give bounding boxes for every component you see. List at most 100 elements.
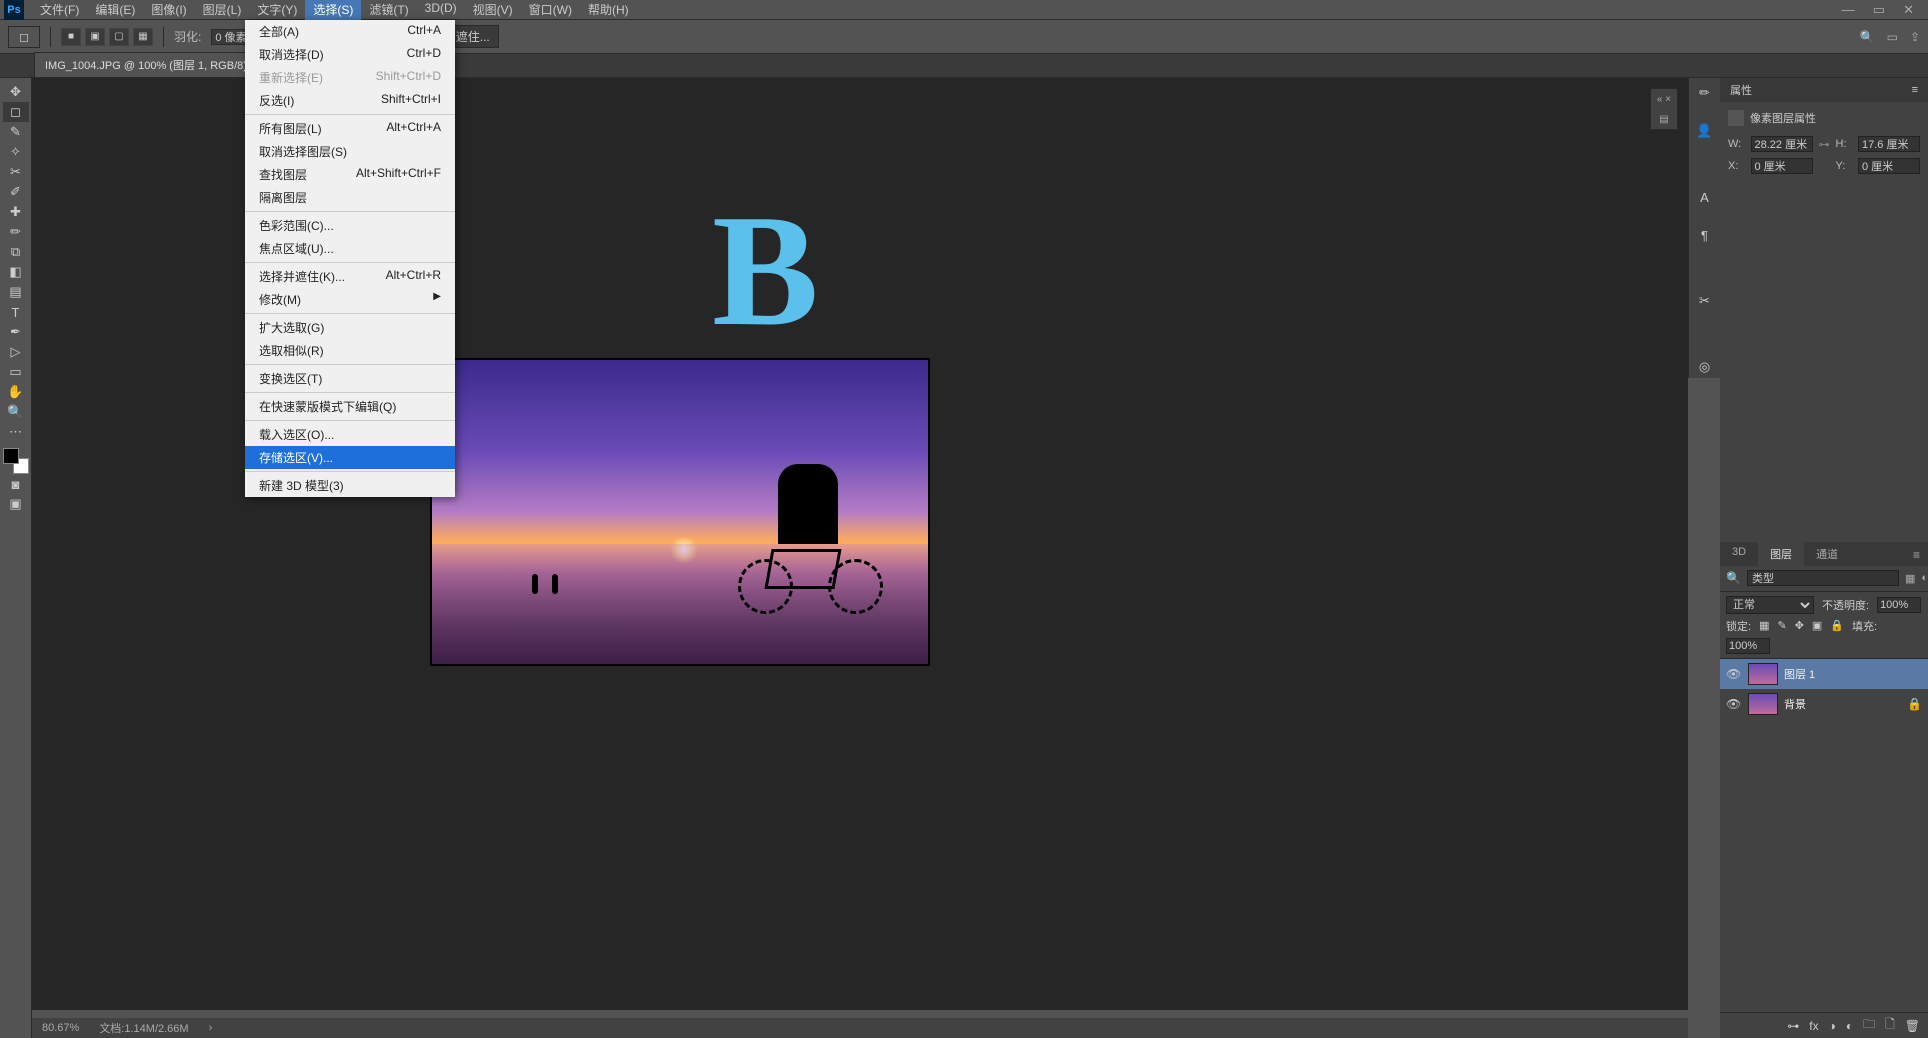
- menu-item[interactable]: 变换选区(T): [245, 367, 455, 390]
- new-layer-icon[interactable]: 🗋: [1885, 1015, 1895, 1036]
- selection-new-icon[interactable]: ■: [61, 28, 81, 46]
- eyedropper-tool-icon[interactable]: ✐: [3, 182, 29, 202]
- x-input[interactable]: [1751, 158, 1813, 174]
- mask-icon[interactable]: ◑: [1829, 1019, 1836, 1033]
- magic-wand-tool-icon[interactable]: ✧: [3, 142, 29, 162]
- properties-panel-header[interactable]: 属性 ≡: [1720, 78, 1928, 102]
- marquee-tool-icon[interactable]: ◻: [3, 102, 29, 122]
- opacity-input[interactable]: [1877, 597, 1921, 613]
- color-swatch[interactable]: [3, 448, 29, 474]
- close-icon[interactable]: ✕: [1903, 2, 1914, 18]
- panel-menu-icon[interactable]: ≡: [1912, 84, 1918, 96]
- maximize-icon[interactable]: ▭: [1873, 2, 1885, 18]
- lock-artboard-icon[interactable]: ▣: [1812, 619, 1822, 632]
- fx-icon[interactable]: fx: [1809, 1019, 1818, 1033]
- menu-文字[interactable]: 文字(Y): [249, 0, 305, 20]
- history-icon[interactable]: ▤: [1651, 109, 1677, 129]
- menu-item[interactable]: 隔离图层: [245, 186, 455, 209]
- quick-mask-icon[interactable]: ◙: [3, 474, 29, 494]
- visibility-icon[interactable]: 👁: [1726, 667, 1742, 681]
- menu-帮助[interactable]: 帮助(H): [580, 0, 637, 20]
- selection-subtract-icon[interactable]: ▢: [109, 28, 129, 46]
- menu-item[interactable]: 扩大选取(G): [245, 316, 455, 339]
- status-chevron-icon[interactable]: ›: [209, 1022, 213, 1034]
- layer-name[interactable]: 图层 1: [1784, 666, 1922, 682]
- panel-tab-图层[interactable]: 图层: [1758, 542, 1804, 566]
- screen-mode-icon[interactable]: ▣: [3, 494, 29, 514]
- delete-layer-icon[interactable]: 🗑: [1905, 1019, 1920, 1033]
- healing-brush-tool-icon[interactable]: ✚: [3, 202, 29, 222]
- search-icon[interactable]: 🔍: [1860, 30, 1875, 44]
- menu-item[interactable]: 载入选区(O)...: [245, 423, 455, 446]
- clone-stamp-tool-icon[interactable]: ⧉: [3, 242, 29, 262]
- filter-type-select[interactable]: [1747, 570, 1899, 586]
- selection-add-icon[interactable]: ▣: [85, 28, 105, 46]
- brush-panel-icon[interactable]: ✏: [1694, 82, 1716, 104]
- w-input[interactable]: [1751, 136, 1813, 152]
- menu-item[interactable]: 新建 3D 模型(3): [245, 474, 455, 497]
- pen-tool-icon[interactable]: ✒: [3, 322, 29, 342]
- paragraph-panel-icon[interactable]: ¶: [1694, 224, 1716, 246]
- layers-panel-menu-icon[interactable]: ≡: [1905, 544, 1928, 566]
- fill-input[interactable]: [1726, 638, 1770, 654]
- shape-tool-icon[interactable]: ▭: [3, 362, 29, 382]
- menu-文件[interactable]: 文件(F): [32, 0, 87, 20]
- type-panel-icon[interactable]: A: [1694, 186, 1716, 208]
- minimize-icon[interactable]: ―: [1842, 2, 1855, 18]
- visibility-icon[interactable]: 👁: [1726, 697, 1742, 711]
- libraries-panel-icon[interactable]: ◎: [1694, 356, 1716, 378]
- layer-name[interactable]: 背景: [1784, 696, 1901, 712]
- menu-视图[interactable]: 视图(V): [465, 0, 521, 20]
- crop-tool-icon[interactable]: ✂: [3, 162, 29, 182]
- hand-tool-icon[interactable]: ✋: [3, 382, 29, 402]
- menu-item[interactable]: 所有图层(L)Alt+Ctrl+A: [245, 117, 455, 140]
- layer-thumbnail[interactable]: [1748, 663, 1778, 685]
- lasso-tool-icon[interactable]: ✎: [3, 122, 29, 142]
- eraser-tool-icon[interactable]: ◧: [3, 262, 29, 282]
- menu-item[interactable]: 查找图层Alt+Shift+Ctrl+F: [245, 163, 455, 186]
- lock-transparent-icon[interactable]: ▦: [1759, 619, 1769, 632]
- layer-row[interactable]: 👁背景🔒: [1720, 689, 1928, 719]
- panel-tab-通道[interactable]: 通道: [1804, 542, 1850, 566]
- filter-search-icon[interactable]: 🔍: [1726, 571, 1741, 585]
- brush-tool-icon[interactable]: ✏: [3, 222, 29, 242]
- menu-item[interactable]: 反选(I)Shift+Ctrl+I: [245, 89, 455, 112]
- more-tools-icon[interactable]: ⋯: [3, 422, 29, 442]
- menu-item[interactable]: 在快速蒙版模式下编辑(Q): [245, 395, 455, 418]
- menu-图层[interactable]: 图层(L): [195, 0, 250, 20]
- layer-row[interactable]: 👁 图层 1: [1720, 659, 1928, 689]
- share-icon[interactable]: ⇪: [1910, 30, 1920, 44]
- menu-item[interactable]: 焦点区域(U)...: [245, 237, 455, 260]
- link-layers-icon[interactable]: ⊶: [1787, 1019, 1799, 1033]
- menu-选择[interactable]: 选择(S): [305, 0, 361, 20]
- menu-item[interactable]: 修改(M)▶: [245, 288, 455, 311]
- menu-item[interactable]: 选取相似(R): [245, 339, 455, 362]
- image-canvas[interactable]: [430, 358, 930, 666]
- menu-item[interactable]: 全部(A)Ctrl+A: [245, 20, 455, 43]
- filter-pixel-icon[interactable]: ▦: [1905, 572, 1915, 585]
- blend-mode-select[interactable]: 正常: [1726, 596, 1814, 614]
- menu-item[interactable]: 选择并遮住(K)...Alt+Ctrl+R: [245, 265, 455, 288]
- lock-paint-icon[interactable]: ✎: [1777, 619, 1786, 632]
- gradient-tool-icon[interactable]: ▤: [3, 282, 29, 302]
- tool-preset-icon[interactable]: ◻: [8, 26, 40, 48]
- collapsed-panel[interactable]: « × ▤: [1650, 88, 1678, 130]
- foreground-color[interactable]: [3, 448, 19, 464]
- menu-item[interactable]: 取消选择图层(S): [245, 140, 455, 163]
- character-panel-icon[interactable]: 👤: [1694, 120, 1716, 142]
- adjustment-icon[interactable]: ◐: [1846, 1019, 1853, 1033]
- document-tab[interactable]: IMG_1004.JPG @ 100% (图层 1, RGB/8) * ×: [34, 52, 281, 77]
- menu-窗口[interactable]: 窗口(W): [521, 0, 580, 20]
- menu-3D[interactable]: 3D(D): [417, 0, 465, 20]
- selection-intersect-icon[interactable]: ▦: [133, 28, 153, 46]
- panel-tab-3D[interactable]: 3D: [1720, 542, 1758, 566]
- menu-item[interactable]: 存储选区(V)...: [245, 446, 455, 469]
- y-input[interactable]: [1858, 158, 1920, 174]
- menu-item[interactable]: 色彩范围(C)...: [245, 214, 455, 237]
- link-wh-icon[interactable]: ⊶: [1819, 138, 1830, 151]
- type-tool-icon[interactable]: T: [3, 302, 29, 322]
- filter-adjust-icon[interactable]: ◐: [1921, 572, 1928, 584]
- menu-item[interactable]: 取消选择(D)Ctrl+D: [245, 43, 455, 66]
- lock-position-icon[interactable]: ✥: [1795, 619, 1804, 632]
- group-icon[interactable]: 🗀: [1863, 1015, 1875, 1036]
